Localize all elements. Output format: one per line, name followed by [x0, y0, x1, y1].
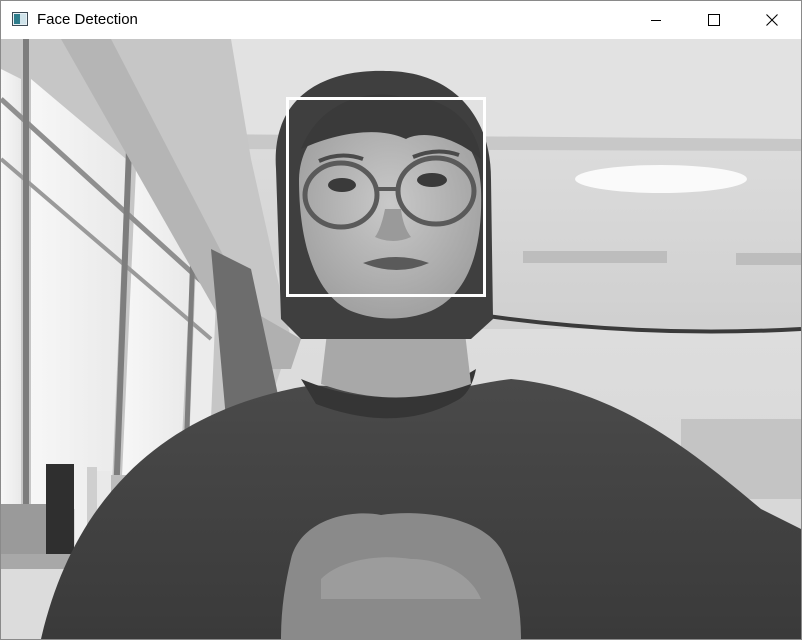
opencv-window-icon [12, 12, 28, 26]
maximize-button[interactable] [685, 1, 743, 39]
close-button[interactable] [743, 1, 801, 39]
minimize-icon [651, 20, 661, 21]
maximize-icon [708, 14, 720, 26]
camera-frame [1, 39, 801, 639]
face-detection-box [286, 97, 486, 297]
window-title: Face Detection [37, 11, 138, 28]
minimize-button[interactable] [627, 1, 685, 39]
title-bar[interactable]: Face Detection [1, 1, 801, 39]
face-detection-window: Face Detection [0, 0, 802, 640]
close-icon [766, 14, 778, 26]
